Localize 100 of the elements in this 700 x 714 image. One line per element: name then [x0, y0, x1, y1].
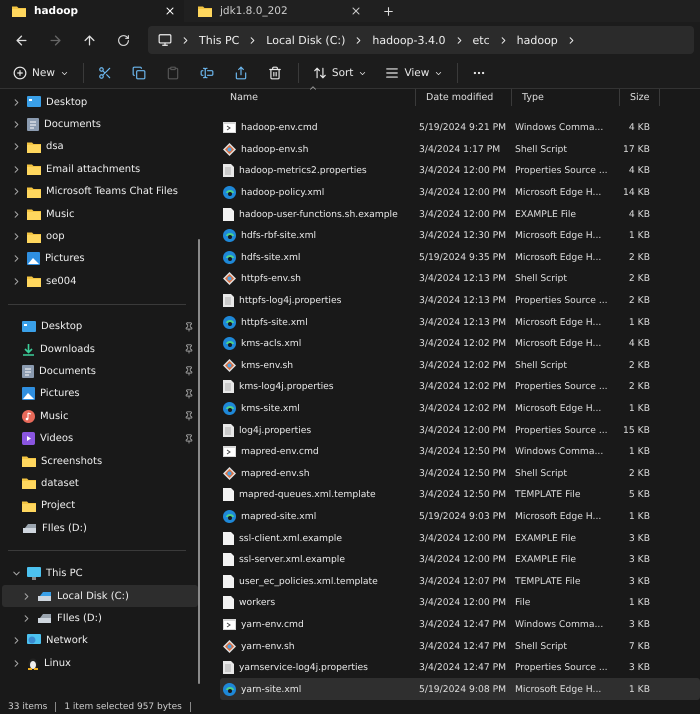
monitor-icon — [158, 33, 172, 47]
file-row[interactable]: mapred-queues.xml.template 3/4/2024 12:50 PM TEMPLATE File 5 KB — [220, 484, 700, 506]
sidebar-item[interactable]: Videos — [2, 427, 198, 450]
script-file-icon — [223, 640, 236, 653]
pin-icon[interactable] — [184, 411, 194, 422]
sidebar-item[interactable]: Pictures — [2, 382, 198, 406]
file-row[interactable]: hdfs-site.xml 5/19/2024 9:35 PM Microsoft Edge H... 2 KB — [220, 246, 700, 268]
file-row[interactable]: yarn-env.cmd 3/4/2024 12:47 PM Windows Comma... 3 KB — [220, 614, 700, 636]
column-header[interactable]: Size — [630, 92, 650, 103]
size-cell-text: 2 KB — [628, 381, 651, 392]
type-cell-text: TEMPLATE File — [514, 489, 580, 500]
file-row[interactable]: httpfs-log4j.properties 3/4/2024 12:13 PM Properties Source ... 2 KB — [220, 290, 700, 312]
sidebar-item[interactable]: Downloads — [2, 338, 198, 360]
column-header[interactable]: Type — [522, 92, 544, 103]
breadcrumb[interactable]: etc — [472, 34, 490, 46]
sidebar-item[interactable]: Pictures — [2, 248, 198, 270]
file-row[interactable]: user_ec_policies.xml.template 3/4/2024 12:07 PM TEMPLATE File 3 KB — [220, 570, 700, 592]
sidebar-item[interactable]: Documents — [2, 113, 198, 136]
breadcrumb[interactable]: This PC — [199, 34, 240, 46]
edge-browser-icon — [223, 250, 236, 264]
file-name: yarnservice-log4j.properties — [239, 662, 368, 674]
sidebar-item[interactable]: Microsoft Teams Chat Files — [2, 180, 198, 203]
pin-icon[interactable] — [184, 322, 194, 332]
scrollbar[interactable] — [198, 239, 200, 684]
new-tab-icon[interactable] — [382, 4, 395, 18]
sidebar-item[interactable]: dsa — [2, 136, 198, 158]
sidebar-item[interactable]: Desktop — [2, 91, 198, 114]
sidebar-item[interactable]: dataset — [2, 472, 198, 495]
sidebar-item[interactable]: Email attachments — [2, 158, 198, 181]
column-header[interactable]: Date modified — [426, 92, 494, 103]
sidebar-item[interactable]: Network — [2, 630, 198, 652]
sort-button[interactable]: Sort — [306, 60, 374, 86]
file-row[interactable]: mapred-env.sh 3/4/2024 12:50 PM Shell Script 2 KB — [220, 462, 700, 484]
sidebar-item[interactable]: Documents — [2, 360, 198, 383]
file-row[interactable]: workers 3/4/2024 12:00 PM File 1 KB — [220, 592, 700, 614]
size-cell-text: 2 KB — [628, 468, 651, 479]
sidebar-item[interactable]: Project — [2, 494, 198, 518]
file-row[interactable]: yarn-env.sh 3/4/2024 12:47 PM Shell Script 7 KB — [220, 635, 700, 657]
file-row[interactable]: kms-site.xml 3/4/2024 12:02 PM Microsoft Edge H... 1 KB — [220, 398, 700, 420]
date-cell-text: 3/4/2024 12:02 PM — [418, 402, 506, 414]
sidebar-item[interactable]: Music — [2, 202, 198, 226]
sidebar-item[interactable]: Local Disk (C:) — [2, 584, 198, 608]
sidebar-item[interactable]: Music — [2, 405, 198, 428]
file-row[interactable]: yarnservice-log4j.properties 3/4/2024 12:47 PM Properties Source ... 3 KB — [220, 656, 700, 678]
sidebar-item[interactable]: FIles (D:) — [2, 517, 198, 540]
address-bar[interactable]: This PC Local Disk (C:) hadoop-3.4.0 etc hadoop — [148, 26, 694, 54]
file-row[interactable]: log4j.properties 3/4/2024 12:00 PM Properties Source ... 15 KB — [220, 419, 700, 441]
file-row[interactable]: ssl-server.xml.example 3/4/2024 12:00 PM EXAMPLE File 3 KB — [220, 548, 700, 570]
view-button[interactable]: View — [378, 60, 450, 86]
tab[interactable]: jdk1.8.0_202 — [186, 0, 370, 22]
breadcrumb[interactable]: hadoop-3.4.0 — [372, 34, 446, 46]
file-row[interactable]: httpfs-env.sh 3/4/2024 12:13 PM Shell Script 2 KB — [220, 268, 700, 290]
close-icon[interactable] — [164, 5, 176, 17]
type-cell-text: Shell Script — [514, 468, 567, 479]
file-icon — [223, 574, 234, 588]
file-row[interactable]: hadoop-env.cmd 5/19/2024 9:21 PM Windows Comma... 4 KB — [220, 116, 700, 139]
share-icon — [234, 66, 248, 80]
file-row[interactable]: hadoop-env.sh 3/4/2024 1:17 PM Shell Script 17 KB — [220, 138, 700, 160]
sidebar-item[interactable]: FIles (D:) — [2, 607, 198, 630]
text-cursor-icon — [200, 66, 214, 80]
file-row[interactable]: kms-env.sh 3/4/2024 12:02 PM Shell Script 2 KB — [220, 354, 700, 376]
text-file-icon — [223, 661, 234, 674]
column-header[interactable]: Name — [230, 92, 258, 103]
pin-icon[interactable] — [184, 388, 194, 399]
size-cell-text: 3 KB — [628, 532, 651, 544]
file-row[interactable]: hadoop-user-functions.sh.example 3/4/2024 12:00 PM EXAMPLE File 4 KB — [220, 203, 700, 225]
type-cell-text: Shell Script — [514, 144, 567, 155]
file-row[interactable]: kms-log4j.properties 3/4/2024 12:02 PM Properties Source ... 2 KB — [220, 376, 700, 398]
file-row[interactable]: hadoop-metrics2.properties 3/4/2024 12:00 PM Properties Source ... 4 KB — [220, 160, 700, 182]
file-row[interactable]: httpfs-site.xml 3/4/2024 12:13 PM Microsoft Edge H... 1 KB — [220, 311, 700, 333]
terminal-file-icon — [223, 122, 236, 134]
breadcrumb[interactable]: hadoop — [516, 34, 558, 46]
size-cell-text: 2 KB — [628, 295, 651, 306]
file-row[interactable]: mapred-env.cmd 3/4/2024 12:50 PM Windows Comma... 1 KB — [220, 440, 700, 462]
file-name: hadoop-metrics2.properties — [239, 165, 367, 176]
file-name: kms-acls.xml — [241, 338, 302, 350]
sidebar-item[interactable]: se004 — [2, 270, 198, 293]
file-row[interactable]: mapred-site.xml 5/19/2024 9:03 PM Microsoft Edge H... 1 KB — [220, 506, 700, 528]
tab[interactable]: hadoop — [0, 0, 184, 22]
close-icon[interactable] — [350, 5, 362, 17]
pin-icon[interactable] — [184, 344, 194, 354]
file-row[interactable]: hdfs-rbf-site.xml 3/4/2024 12:30 PM Microsoft Edge H... 1 KB — [220, 224, 700, 247]
size-cell-text: 3 KB — [628, 554, 651, 566]
breadcrumb[interactable]: Local Disk (C:) — [266, 34, 346, 46]
sidebar-item[interactable]: oop — [2, 225, 198, 248]
sidebar-item[interactable]: Screenshots — [2, 450, 198, 472]
file-row[interactable]: yarn-site.xml 5/19/2024 9:08 PM Microsoft Edge H... 1 KB — [220, 678, 700, 700]
edge-browser-icon — [223, 682, 236, 696]
file-row[interactable]: hadoop-policy.xml 3/4/2024 12:00 PM Microsoft Edge H... 14 KB — [220, 182, 700, 204]
sidebar-item[interactable]: This PC — [2, 562, 198, 585]
pin-icon[interactable] — [184, 434, 194, 444]
drive-icon — [37, 590, 52, 602]
file-row[interactable]: ssl-client.xml.example 3/4/2024 12:00 PM EXAMPLE File 3 KB — [220, 527, 700, 549]
sidebar-item[interactable]: Linux — [2, 652, 198, 674]
file-row[interactable]: kms-acls.xml 3/4/2024 12:02 PM Microsoft Edge H... 4 KB — [220, 332, 700, 354]
sidebar-item[interactable]: Desktop — [2, 316, 198, 338]
folder-icon — [27, 275, 41, 288]
pin-icon[interactable] — [184, 366, 194, 376]
edge-browser-icon — [223, 186, 236, 200]
new-button[interactable]: New — [6, 60, 76, 86]
